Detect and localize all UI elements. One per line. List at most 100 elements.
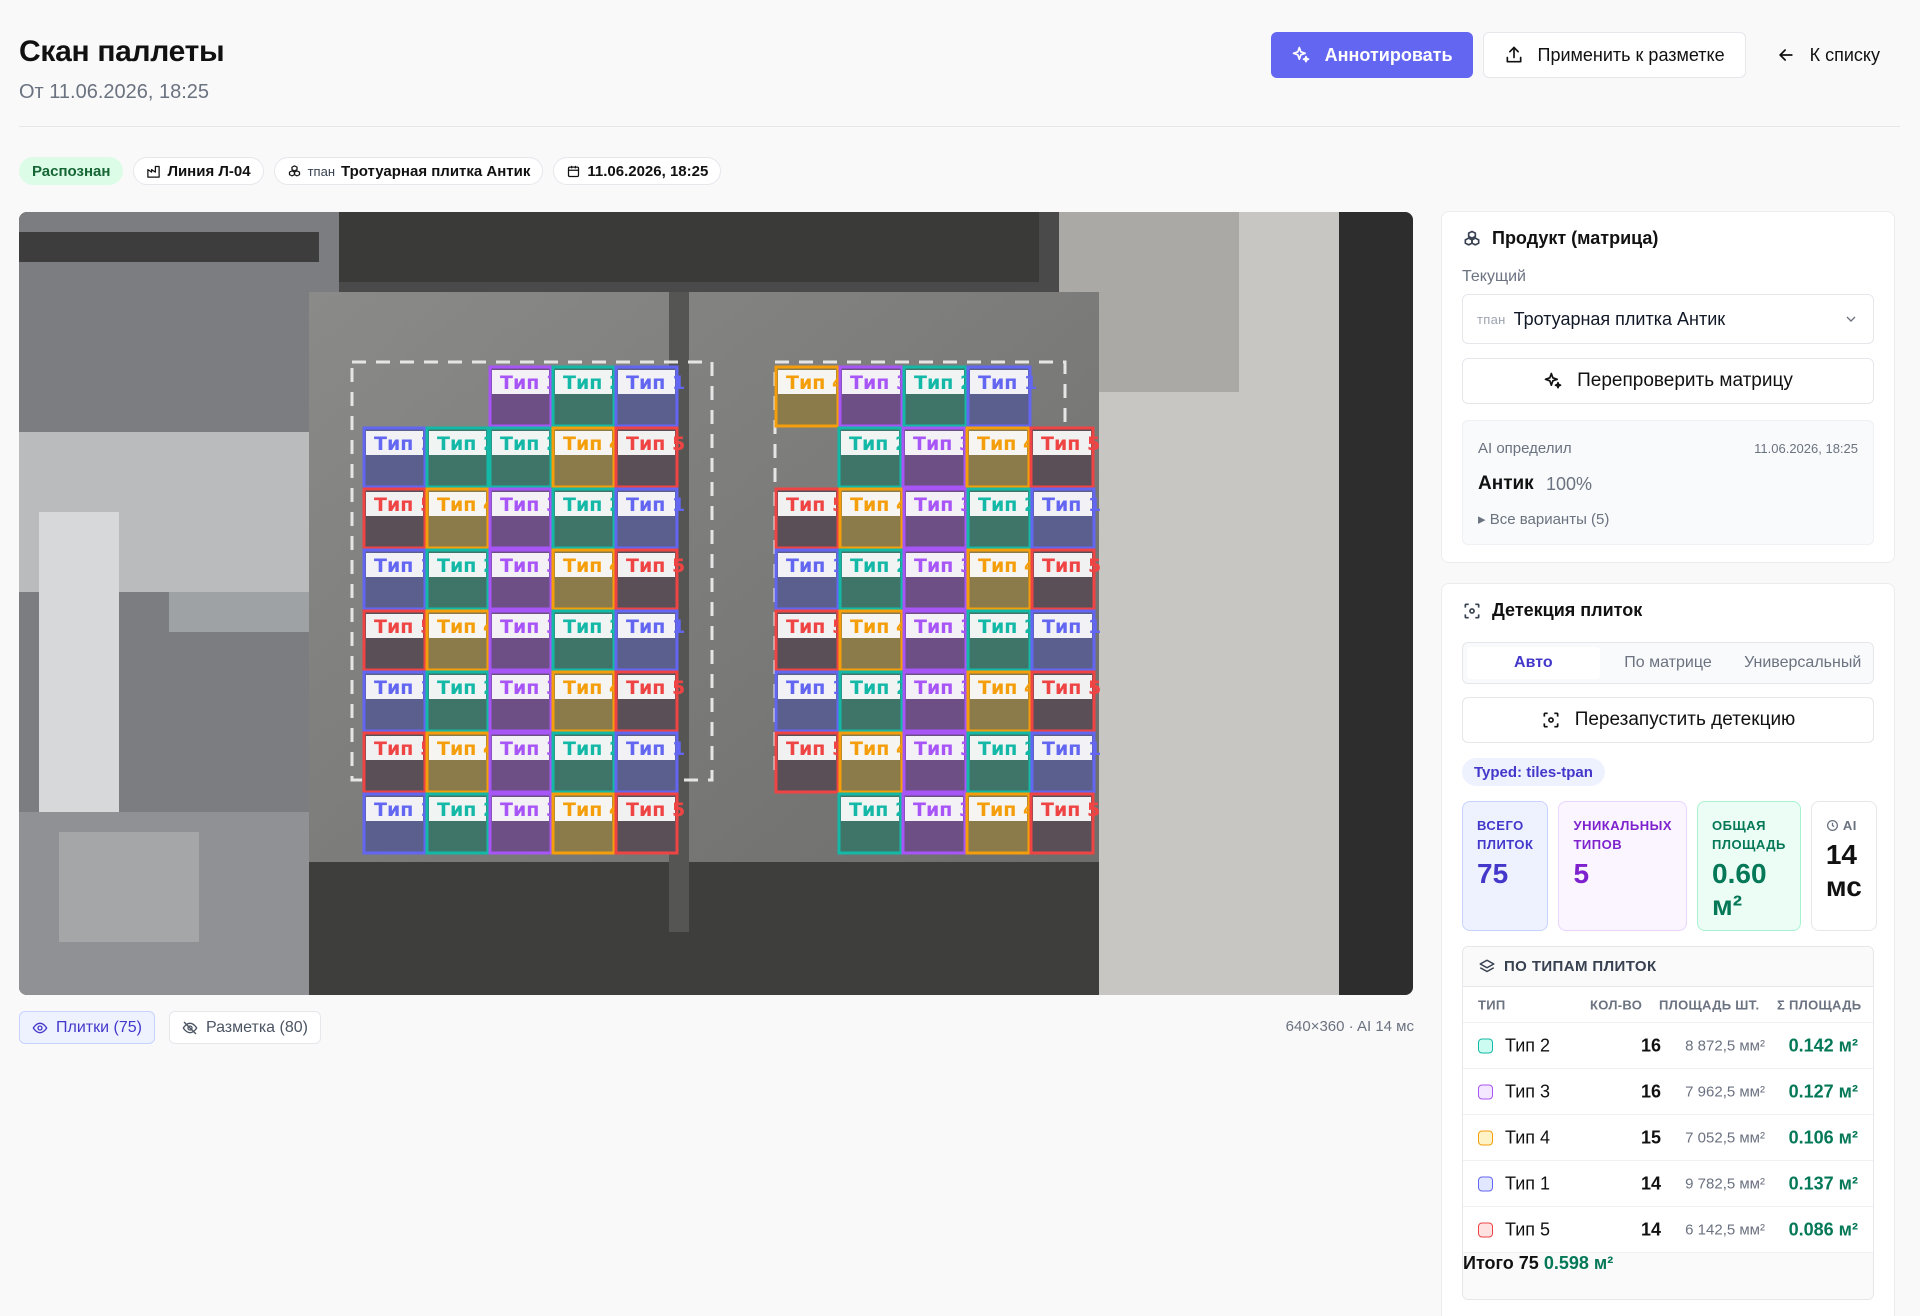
annotate-button[interactable]: Аннотировать <box>1270 32 1473 78</box>
detected-tile[interactable]: Тип 4 <box>838 487 909 550</box>
detected-tile[interactable]: Тип 2 <box>551 487 622 550</box>
col-type: ТИП <box>1478 997 1506 1012</box>
detected-tile[interactable]: Тип 5 <box>774 609 845 672</box>
toggle-tiles[interactable]: Плитки (75) <box>19 1011 155 1044</box>
detected-tile[interactable]: Тип 2 <box>551 731 622 794</box>
detected-tile[interactable]: Тип 5 <box>362 731 433 794</box>
tile-label: Тип 1 <box>786 555 845 577</box>
detected-tile[interactable]: Тип 4 <box>965 426 1036 489</box>
detected-tile[interactable]: Тип 5 <box>614 426 685 489</box>
detected-tile[interactable]: Тип 1 <box>1030 609 1101 672</box>
detected-tile[interactable]: Тип 4 <box>551 670 622 733</box>
detected-tile[interactable]: Тип 3 <box>901 792 972 855</box>
detected-tile[interactable]: Тип 5 <box>614 548 685 611</box>
detected-tile[interactable]: Тип 2 <box>838 548 909 611</box>
detected-tile[interactable]: Тип 3 <box>488 487 559 550</box>
detected-tile[interactable]: Тип 3 <box>901 426 972 489</box>
detected-tile[interactable]: Тип 1 <box>966 365 1037 428</box>
detected-tile[interactable]: Тип 4 <box>551 548 622 611</box>
scan-image-viewer[interactable]: Тип 3 Тип 2 Тип 1 Тип 1 Тип 2 Тип 2 Тип 4 Тип 5… <box>19 212 1413 995</box>
toggle-tiles-label: Плитки (75) <box>56 1018 142 1036</box>
detected-tile[interactable]: Тип 4 <box>965 792 1036 855</box>
detected-tile[interactable]: Тип 2 <box>425 792 496 855</box>
detected-tile[interactable]: Тип 2 <box>837 792 908 855</box>
detected-tile[interactable]: Тип 1 <box>774 548 845 611</box>
detected-tile[interactable]: Тип 5 <box>362 487 433 550</box>
back-to-list-button[interactable]: К списку <box>1756 32 1900 78</box>
tab-by-matrix[interactable]: По матрице <box>1602 647 1735 679</box>
detected-tile[interactable]: Тип 2 <box>966 487 1037 550</box>
detected-tile[interactable]: Тип 4 <box>551 792 622 855</box>
detected-tile[interactable]: Тип 2 <box>838 670 909 733</box>
detected-tile[interactable]: Тип 3 <box>488 670 559 733</box>
detected-tile[interactable]: Тип 5 <box>1030 670 1101 733</box>
detected-tile[interactable]: Тип 2 <box>425 670 496 733</box>
detected-tile[interactable]: Тип 3 <box>488 609 559 672</box>
detected-tile[interactable]: Тип 2 <box>966 609 1037 672</box>
type-name: Тип 2 <box>1505 1035 1551 1055</box>
detected-tile[interactable]: Тип 3 <box>902 609 973 672</box>
detected-tile[interactable]: Тип 1 <box>614 487 685 550</box>
detected-tile[interactable]: Тип 4 <box>425 731 496 794</box>
detected-tile[interactable]: Тип 5 <box>614 792 685 855</box>
detected-tile[interactable]: Тип 1 <box>774 670 845 733</box>
detected-tile[interactable]: Тип 2 <box>425 426 496 489</box>
detected-tile[interactable]: Тип 4 <box>966 670 1037 733</box>
detected-tile[interactable]: Тип 1 <box>1030 731 1101 794</box>
detected-tile[interactable]: Тип 1 <box>362 426 433 489</box>
stat-total-label: Всего плиток <box>1477 818 1534 852</box>
detected-tile[interactable]: Тип 4 <box>551 426 622 489</box>
detected-tile[interactable]: Тип 3 <box>902 487 973 550</box>
detected-tile[interactable]: Тип 2 <box>551 609 622 672</box>
type-color-swatch <box>1478 1130 1493 1145</box>
detected-tile[interactable]: Тип 2 <box>425 548 496 611</box>
detected-tile[interactable]: Тип 5 <box>774 487 845 550</box>
detected-tile[interactable]: Тип 3 <box>902 731 973 794</box>
line-label: Линия Л-04 <box>167 162 251 180</box>
detected-tile[interactable]: Тип 4 <box>425 487 496 550</box>
detected-tile[interactable]: Тип 4 <box>774 365 845 428</box>
detected-tile[interactable]: Тип 5 <box>362 609 433 672</box>
tab-universal[interactable]: Универсальный <box>1736 647 1869 679</box>
detected-tile[interactable]: Тип 5 <box>774 731 845 794</box>
detected-tile[interactable]: Тип 3 <box>902 670 973 733</box>
types-table-body: Тип 2 16 8 872,5 мм² 0.142 м² Тип 3 16 7 962,5… <box>1463 1023 1873 1253</box>
detected-tile[interactable]: Тип 3 <box>488 792 559 855</box>
product-select[interactable]: тпан Тротуарная плитка Антик <box>1462 294 1874 344</box>
detected-tile[interactable]: Тип 2 <box>488 426 559 489</box>
detected-tile[interactable]: Тип 1 <box>1030 487 1101 550</box>
detected-tile[interactable]: Тип 5 <box>1030 548 1101 611</box>
rerun-detection-button[interactable]: Перезапустить детекцию <box>1462 697 1874 743</box>
typed-model-badge: Typed: tiles-tpan <box>1462 758 1605 786</box>
toggle-markup-label: Разметка (80) <box>205 1018 308 1036</box>
toggle-markup[interactable]: Разметка (80) <box>168 1011 321 1044</box>
detected-tile[interactable]: Тип 1 <box>614 731 685 794</box>
detected-tile[interactable]: Тип 2 <box>966 731 1037 794</box>
detected-tile[interactable]: Тип 5 <box>614 670 685 733</box>
detected-tile[interactable]: Тип 3 <box>902 548 973 611</box>
detected-tile[interactable]: Тип 2 <box>902 365 973 428</box>
detected-tile[interactable]: Тип 4 <box>838 731 909 794</box>
all-variants-toggle[interactable]: ▸ Все варианты (5) <box>1478 510 1609 528</box>
detected-tile[interactable]: Тип 3 <box>488 548 559 611</box>
detected-tile[interactable]: Тип 3 <box>488 365 559 428</box>
detected-tile[interactable]: Тип 1 <box>362 670 433 733</box>
detected-tile[interactable]: Тип 1 <box>614 365 685 428</box>
detected-tile[interactable]: Тип 2 <box>551 365 622 428</box>
apply-to-markup-button[interactable]: Применить к разметке <box>1482 32 1746 78</box>
tab-auto[interactable]: Авто <box>1467 647 1600 679</box>
detected-tile[interactable]: Тип 5 <box>1029 792 1100 855</box>
detected-tile[interactable]: Тип 1 <box>362 792 433 855</box>
detected-tile[interactable]: Тип 3 <box>838 365 909 428</box>
detected-tile[interactable]: Тип 1 <box>362 548 433 611</box>
detected-tile[interactable]: Тип 4 <box>966 548 1037 611</box>
detected-tile[interactable]: Тип 3 <box>488 731 559 794</box>
tile-label: Тип 1 <box>374 677 433 699</box>
detected-tile[interactable]: Тип 1 <box>614 609 685 672</box>
recheck-matrix-button[interactable]: Перепроверить матрицу <box>1462 358 1874 404</box>
detected-tile[interactable]: Тип 5 <box>1029 426 1100 489</box>
detected-tile[interactable]: Тип 4 <box>838 609 909 672</box>
detected-tile[interactable]: Тип 4 <box>425 609 496 672</box>
recheck-matrix-label: Перепроверить матрицу <box>1577 370 1793 391</box>
detected-tile[interactable]: Тип 2 <box>837 426 908 489</box>
